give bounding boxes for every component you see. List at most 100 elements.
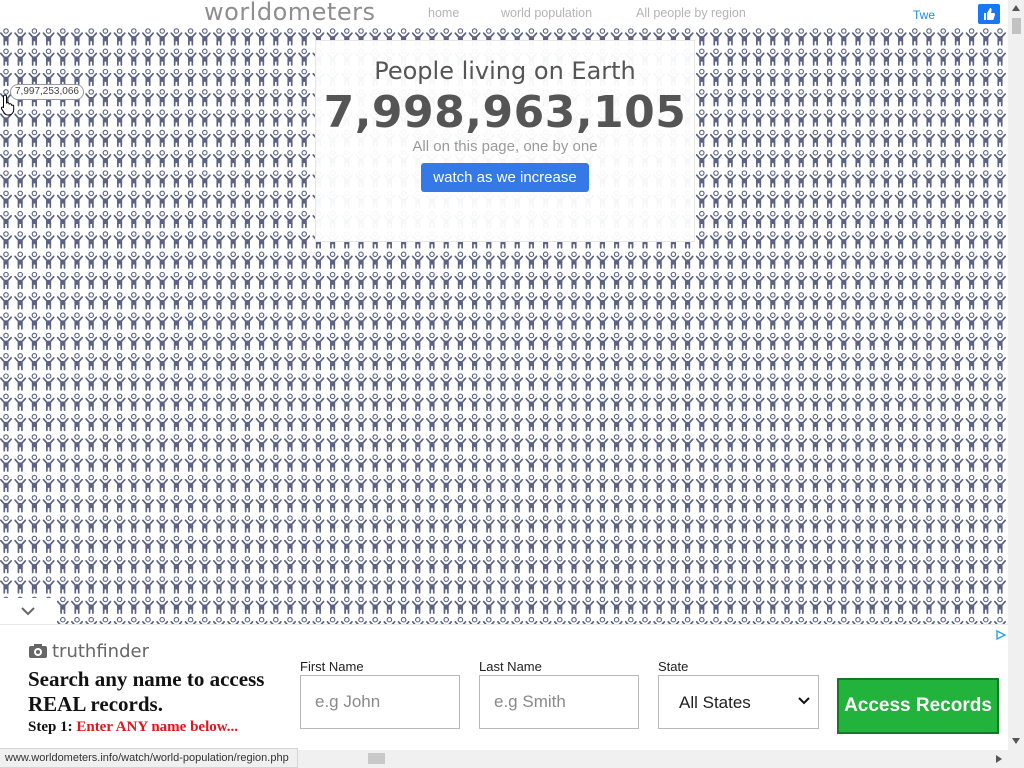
person-icon[interactable] xyxy=(894,170,907,188)
person-icon[interactable] xyxy=(539,413,552,432)
person-icon[interactable] xyxy=(781,535,793,554)
person-icon[interactable] xyxy=(710,332,722,351)
person-icon[interactable] xyxy=(781,28,793,46)
person-icon[interactable] xyxy=(113,494,126,513)
person-icon[interactable] xyxy=(298,251,311,269)
person-icon[interactable] xyxy=(28,373,41,391)
person-icon[interactable] xyxy=(525,413,538,432)
person-icon[interactable] xyxy=(539,291,552,310)
person-icon[interactable] xyxy=(99,596,112,615)
person-icon[interactable] xyxy=(667,596,680,615)
person-icon[interactable] xyxy=(14,291,27,310)
person-icon[interactable] xyxy=(213,413,225,432)
person-icon[interactable] xyxy=(525,576,538,594)
person-icon[interactable] xyxy=(213,576,225,594)
person-icon[interactable] xyxy=(397,596,410,615)
person-icon[interactable] xyxy=(454,271,467,290)
person-icon[interactable] xyxy=(198,312,211,330)
person-icon[interactable] xyxy=(809,68,822,87)
person-icon[interactable] xyxy=(582,515,595,533)
person-icon[interactable] xyxy=(979,576,992,594)
person-icon[interactable] xyxy=(923,291,935,310)
person-icon[interactable] xyxy=(213,291,225,310)
person-icon[interactable] xyxy=(596,332,609,351)
person-icon[interactable] xyxy=(923,109,935,127)
person-icon[interactable] xyxy=(951,68,964,87)
person-icon[interactable] xyxy=(28,129,41,148)
person-icon[interactable] xyxy=(227,48,240,66)
person-icon[interactable] xyxy=(42,535,55,554)
person-icon[interactable] xyxy=(440,393,453,412)
person-icon[interactable] xyxy=(56,373,69,391)
person-icon[interactable] xyxy=(42,515,55,533)
person-icon[interactable] xyxy=(511,555,524,574)
person-icon[interactable] xyxy=(624,251,637,269)
person-icon[interactable] xyxy=(255,170,268,188)
person-icon[interactable] xyxy=(198,251,211,269)
person-icon[interactable] xyxy=(795,393,808,412)
access-records-button[interactable]: Access Records xyxy=(837,678,999,734)
person-icon[interactable] xyxy=(979,210,992,229)
person-icon[interactable] xyxy=(383,434,396,452)
person-icon[interactable] xyxy=(227,596,240,615)
person-icon[interactable] xyxy=(426,312,438,330)
person-icon[interactable] xyxy=(355,271,367,290)
person-icon[interactable] xyxy=(781,454,793,472)
person-icon[interactable] xyxy=(752,494,765,513)
person-icon[interactable] xyxy=(269,596,282,615)
person-icon[interactable] xyxy=(823,515,836,533)
person-icon[interactable] xyxy=(99,68,112,87)
person-icon[interactable] xyxy=(269,494,282,513)
person-icon[interactable] xyxy=(752,129,765,148)
person-icon[interactable] xyxy=(71,149,83,168)
person-icon[interactable] xyxy=(823,352,836,371)
person-icon[interactable] xyxy=(0,413,12,432)
person-icon[interactable] xyxy=(255,88,268,107)
person-icon[interactable] xyxy=(951,291,964,310)
person-icon[interactable] xyxy=(653,251,666,269)
person-icon[interactable] xyxy=(56,555,69,574)
person-icon[interactable] xyxy=(113,413,126,432)
person-icon[interactable] xyxy=(355,251,367,269)
person-icon[interactable] xyxy=(937,231,950,249)
person-icon[interactable] xyxy=(113,373,126,391)
person-icon[interactable] xyxy=(56,434,69,452)
person-icon[interactable] xyxy=(269,413,282,432)
person-icon[interactable] xyxy=(213,454,225,472)
person-icon[interactable] xyxy=(937,596,950,615)
person-icon[interactable] xyxy=(284,291,296,310)
person-icon[interactable] xyxy=(56,68,69,87)
person-icon[interactable] xyxy=(937,28,950,46)
person-icon[interactable] xyxy=(28,271,41,290)
person-icon[interactable] xyxy=(14,474,27,493)
person-icon[interactable] xyxy=(369,312,382,330)
person-icon[interactable] xyxy=(0,434,12,452)
person-icon[interactable] xyxy=(710,48,722,66)
person-icon[interactable] xyxy=(994,596,1006,615)
person-icon[interactable] xyxy=(937,149,950,168)
person-icon[interactable] xyxy=(795,231,808,249)
person-icon[interactable] xyxy=(312,576,325,594)
person-icon[interactable] xyxy=(809,373,822,391)
person-icon[interactable] xyxy=(482,454,495,472)
person-icon[interactable] xyxy=(71,576,83,594)
person-icon[interactable] xyxy=(468,535,481,554)
person-icon[interactable] xyxy=(809,393,822,412)
person-icon[interactable] xyxy=(752,149,765,168)
person-icon[interactable] xyxy=(397,312,410,330)
person-icon[interactable] xyxy=(539,494,552,513)
person-icon[interactable] xyxy=(156,251,169,269)
person-icon[interactable] xyxy=(866,332,879,351)
person-icon[interactable] xyxy=(28,68,41,87)
person-icon[interactable] xyxy=(170,494,183,513)
person-icon[interactable] xyxy=(113,434,126,452)
person-icon[interactable] xyxy=(340,434,353,452)
person-icon[interactable] xyxy=(809,190,822,209)
person-icon[interactable] xyxy=(795,271,808,290)
person-icon[interactable] xyxy=(411,332,424,351)
person-icon[interactable] xyxy=(823,494,836,513)
person-icon[interactable] xyxy=(71,454,83,472)
person-icon[interactable] xyxy=(525,515,538,533)
person-icon[interactable] xyxy=(539,576,552,594)
person-icon[interactable] xyxy=(0,515,12,533)
